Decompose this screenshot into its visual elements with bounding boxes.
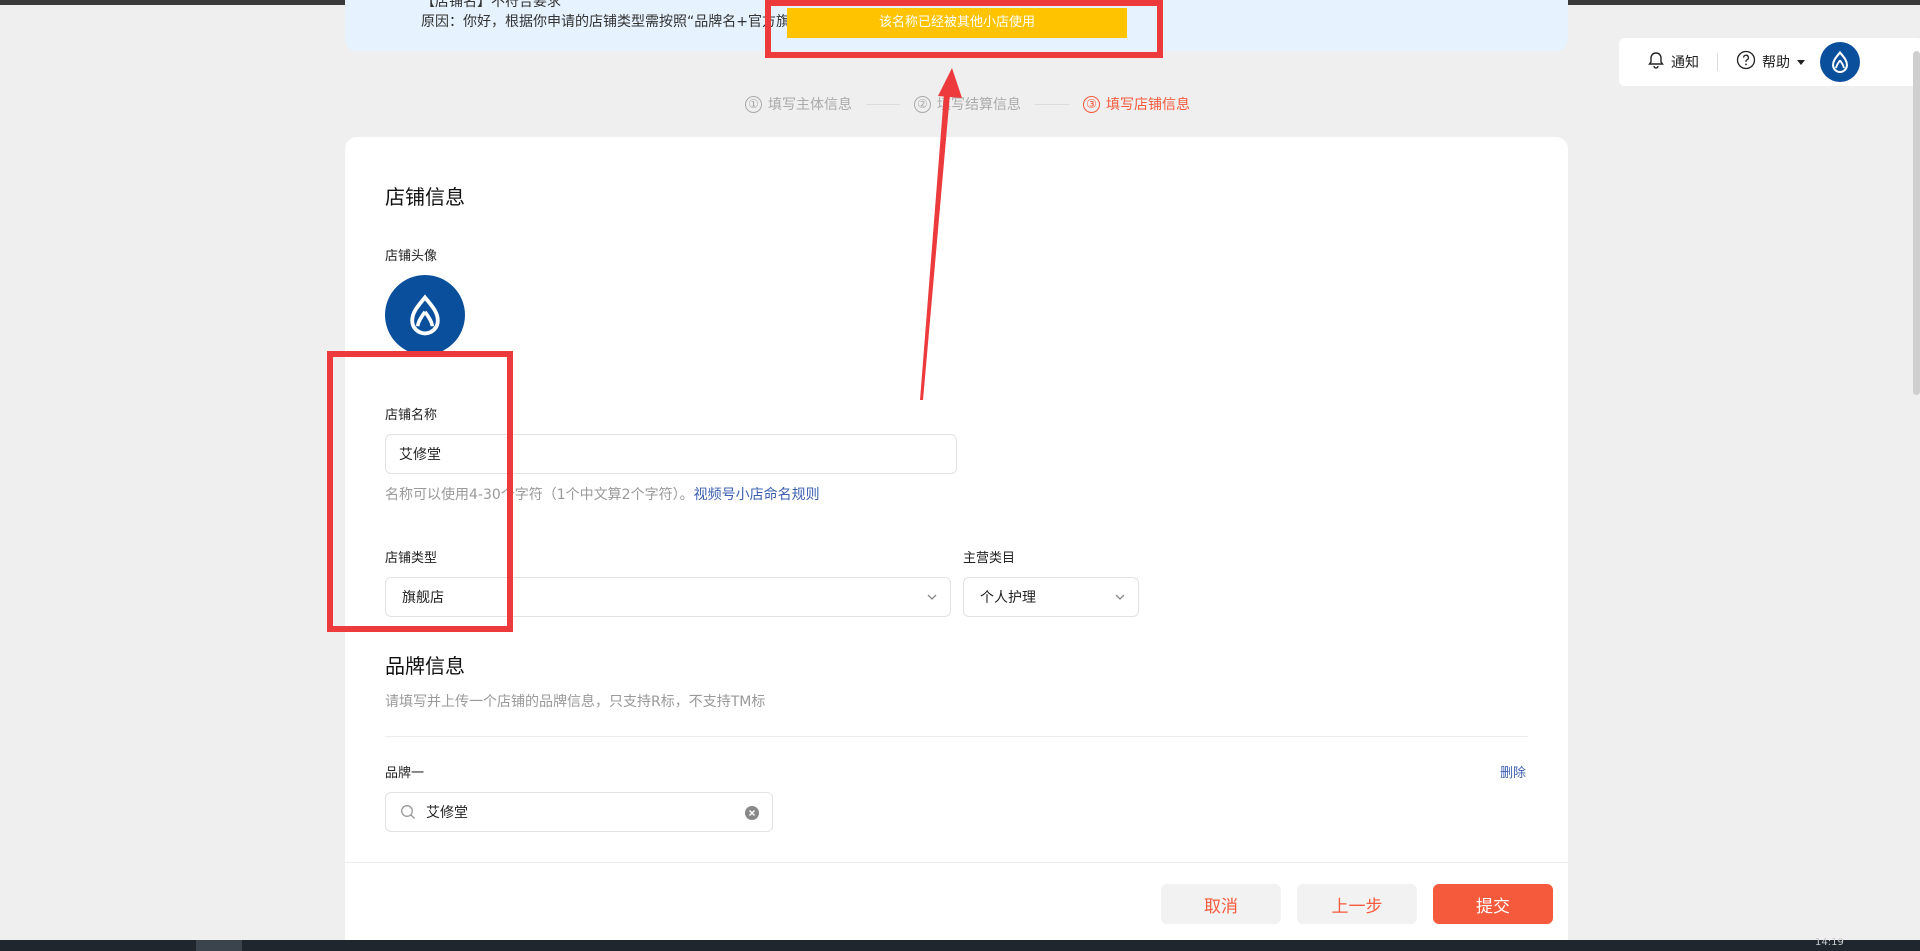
brand-info-desc: 请填写并上传一个店铺的品牌信息，只支持R标，不支持TM标 <box>385 694 766 710</box>
brand-search-value: 艾修堂 <box>426 805 468 821</box>
step-connector <box>866 103 900 105</box>
shop-logo-icon <box>410 294 440 336</box>
search-icon <box>401 805 415 819</box>
delete-brand-link[interactable]: 删除 <box>1500 762 1526 781</box>
help-label: 帮助 <box>1762 55 1790 71</box>
taskbar-active-app[interactable] <box>196 940 242 951</box>
notice-reason: 原因：你好，根据你申请的店铺类型需按照“品牌名+官方旗 <box>421 14 790 30</box>
taskbar-clock: 14:19 <box>1815 937 1844 948</box>
help-button[interactable]: 帮助 <box>1736 50 1806 74</box>
step-2-label: 填写结算信息 <box>937 97 1021 113</box>
os-taskbar: 14:19 <box>0 937 1920 951</box>
avatar-label: 店铺头像 <box>385 249 438 264</box>
question-circle-icon <box>1736 50 1756 74</box>
clear-icon[interactable] <box>744 805 760 821</box>
step-2-number: ② <box>914 95 931 113</box>
prev-step-button[interactable]: 上一步 <box>1297 884 1417 924</box>
brand-info-title: 品牌信息 <box>385 654 465 678</box>
shop-info-card: 店铺信息 店铺头像 店铺名称 艾修堂 名称可以使用4-30个字符（1个中文算2个… <box>345 137 1568 951</box>
category-value: 个人护理 <box>980 590 1036 606</box>
shop-info-title: 店铺信息 <box>385 185 465 209</box>
progress-steps: ① 填写主体信息 ② 填写结算信息 ③ 填写店铺信息 <box>745 94 1190 114</box>
notify-label: 通知 <box>1671 55 1699 71</box>
brand-item-label: 品牌一 <box>385 766 425 781</box>
section-divider <box>385 736 1528 737</box>
step-1: ① 填写主体信息 <box>745 94 852 114</box>
category-select[interactable]: 个人护理 <box>963 577 1139 617</box>
step-2: ② 填写结算信息 <box>914 94 1021 114</box>
notify-button[interactable]: 通知 <box>1647 51 1699 73</box>
caret-down-icon <box>1796 54 1806 70</box>
notice-cut-line: 【店铺名】不符合要求 <box>421 0 561 10</box>
step-connector <box>1035 103 1069 105</box>
top-right-bar: 通知 帮助 <box>1619 38 1920 86</box>
step-3-label: 填写店铺信息 <box>1106 97 1190 113</box>
annotation-box-fields <box>327 351 513 632</box>
chevron-down-icon <box>927 594 937 600</box>
page-scrollbar[interactable] <box>1913 51 1920 395</box>
topbar-divider <box>1717 53 1718 71</box>
submit-button[interactable]: 提交 <box>1433 884 1553 924</box>
user-avatar[interactable] <box>1820 42 1860 82</box>
brand-search-input[interactable]: 艾修堂 <box>385 792 773 832</box>
naming-rules-link[interactable]: 视频号小店命名规则 <box>694 487 820 503</box>
step-3: ③ 填写店铺信息 <box>1083 94 1190 114</box>
shop-avatar[interactable] <box>385 275 465 355</box>
cancel-button[interactable]: 取消 <box>1161 884 1281 924</box>
step-1-label: 填写主体信息 <box>768 97 852 113</box>
step-1-number: ① <box>745 95 762 113</box>
footer-divider <box>345 862 1568 863</box>
category-label: 主营类目 <box>963 551 1016 566</box>
chevron-down-icon <box>1115 594 1125 600</box>
step-3-number: ③ <box>1083 95 1100 113</box>
annotation-box-toast <box>765 0 1163 58</box>
bell-icon <box>1647 51 1665 73</box>
